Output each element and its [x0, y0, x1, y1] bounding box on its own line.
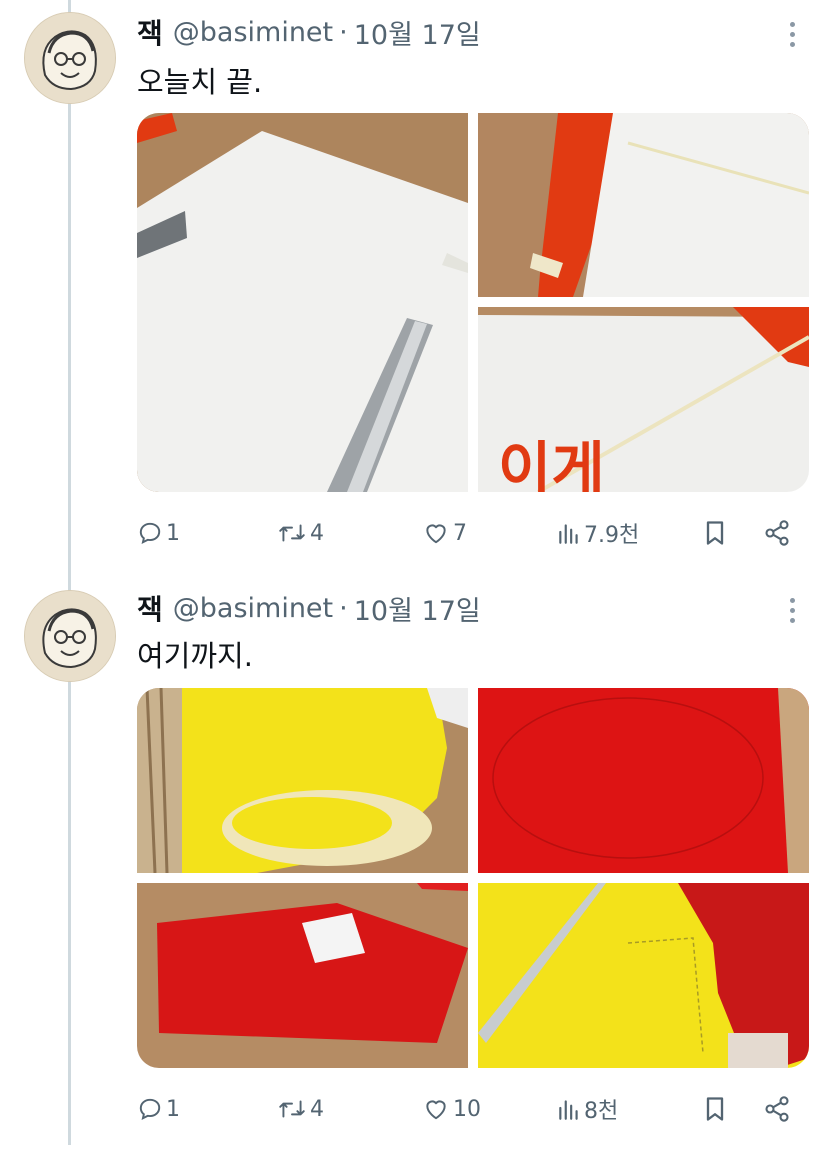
bookmark-icon	[706, 521, 724, 545]
handle[interactable]: @basiminet	[173, 17, 333, 48]
media-photo-1[interactable]	[137, 113, 468, 492]
bookmark-button[interactable]	[703, 1089, 727, 1129]
share-icon	[765, 1096, 789, 1122]
tweet-actions: 1 4 7 7.9천	[137, 513, 809, 553]
separator: ·	[339, 592, 348, 624]
tweet-text: 오늘치 끝.	[137, 65, 263, 99]
timestamp[interactable]: 10월 17일	[354, 589, 481, 628]
media-photo-2[interactable]	[478, 688, 809, 873]
display-name[interactable]: 잭	[137, 12, 163, 52]
reply-button[interactable]: 1	[137, 513, 180, 553]
reply-icon	[139, 1098, 161, 1121]
media-photo-2[interactable]	[478, 113, 809, 297]
media-photo-3[interactable]: 이게	[478, 307, 809, 492]
like-count: 10	[453, 1096, 481, 1122]
retweet-count: 4	[310, 520, 324, 546]
retweet-button[interactable]: 4	[277, 513, 324, 553]
views-button[interactable]: 7.9천	[557, 513, 639, 553]
like-button[interactable]: 10	[422, 1089, 481, 1129]
reply-icon	[139, 522, 161, 545]
more-icon[interactable]	[780, 14, 804, 54]
view-count: 7.9천	[584, 523, 640, 548]
timestamp[interactable]: 10월 17일	[354, 13, 481, 52]
views-button[interactable]: 8천	[557, 1089, 618, 1129]
media-grid	[137, 688, 809, 1068]
reply-count: 1	[166, 520, 180, 546]
bookmark-button[interactable]	[703, 513, 727, 553]
media-photo-4[interactable]	[478, 883, 809, 1068]
avatar[interactable]	[24, 12, 116, 104]
like-count: 7	[453, 520, 467, 546]
retweet-count: 4	[310, 1096, 324, 1122]
retweet-button[interactable]: 4	[277, 1089, 324, 1129]
retweet-icon	[279, 1100, 305, 1118]
share-button[interactable]	[763, 1089, 791, 1129]
views-chart-icon	[559, 1100, 578, 1120]
tweet-header: 잭 @basiminet · 10월 17일	[137, 588, 481, 628]
heart-icon	[426, 1100, 446, 1120]
avatar[interactable]	[24, 590, 116, 682]
thread-line	[68, 0, 71, 1145]
tweet-header: 잭 @basiminet · 10월 17일	[137, 12, 481, 52]
views-chart-icon	[559, 524, 578, 544]
display-name[interactable]: 잭	[137, 588, 163, 628]
heart-icon	[426, 524, 446, 544]
more-icon[interactable]	[780, 590, 804, 630]
reply-button[interactable]: 1	[137, 1089, 180, 1129]
media-photo-text: 이게	[498, 435, 605, 492]
view-count: 8천	[584, 1099, 619, 1124]
reply-count: 1	[166, 1096, 180, 1122]
media-photo-3[interactable]	[137, 883, 468, 1068]
separator: ·	[339, 16, 348, 48]
share-button[interactable]	[763, 513, 791, 553]
like-button[interactable]: 7	[422, 513, 467, 553]
tweet-text: 여기까지.	[137, 639, 253, 673]
share-icon	[765, 520, 789, 546]
media-photo-1[interactable]	[137, 688, 468, 873]
media-grid: 이게	[137, 113, 809, 492]
handle[interactable]: @basiminet	[173, 593, 333, 624]
bookmark-icon	[706, 1097, 724, 1121]
retweet-icon	[279, 524, 305, 542]
tweet-actions: 1 4 10 8천	[137, 1089, 809, 1129]
